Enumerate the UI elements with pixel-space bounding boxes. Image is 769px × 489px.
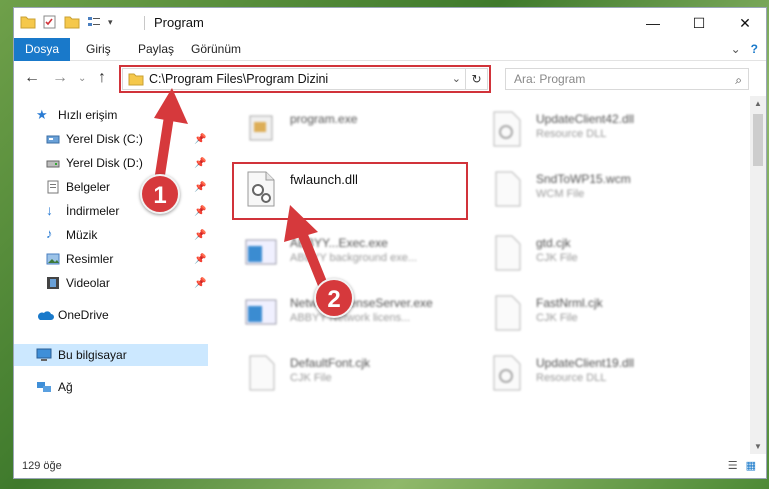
customize-toolbar-icon[interactable]: ▾	[108, 17, 113, 28]
file-item[interactable]: UpdateClient19.dll Resource DLL	[490, 352, 720, 402]
search-placeholder: Ara: Program	[514, 72, 586, 86]
file-item[interactable]: FastNrml.cjk CJK File	[490, 292, 720, 342]
expand-ribbon-icon[interactable]: ⌄	[731, 42, 741, 56]
vertical-scrollbar[interactable]: ▲ ▼	[750, 96, 766, 454]
file-item[interactable]: NetworkLicenseServer.exe ABBYY Network l…	[244, 292, 474, 342]
properties-icon[interactable]	[42, 14, 58, 30]
minimize-button[interactable]: —	[630, 8, 676, 38]
documents-icon	[47, 180, 59, 194]
scroll-thumb[interactable]	[753, 114, 763, 166]
large-icons-view-icon[interactable]: ▦	[746, 459, 756, 472]
title-separator	[144, 16, 145, 30]
tab-dosya[interactable]: Dosya	[14, 38, 70, 61]
file-highlight-box	[232, 162, 468, 220]
dll-gear-file-icon	[493, 355, 521, 391]
sidebar-item-quick-access[interactable]: ★ Hızlı erişim	[14, 104, 208, 126]
maximize-icon: ☐	[692, 14, 706, 31]
exe-file-icon	[249, 115, 273, 141]
generic-file-icon	[495, 171, 521, 207]
sidebar-item-disk-d[interactable]: Yerel Disk (D:) 📌	[14, 152, 208, 174]
cloud-icon	[37, 311, 54, 320]
close-button[interactable]: ✕	[722, 8, 768, 38]
file-item[interactable]: DefaultFont.cjk CJK File	[244, 352, 474, 402]
title-bar: ▾ Program — ☐ ✕	[14, 8, 766, 38]
navigation-bar: ← → ⌄ ↑ C:\Program Files\Program Dizini …	[14, 62, 766, 94]
tab-gorunum[interactable]: Görünüm	[179, 38, 253, 61]
tab-paylas[interactable]: Paylaş	[126, 38, 186, 61]
generic-file-icon	[495, 235, 521, 271]
network-icon	[37, 382, 51, 392]
sidebar-item-onedrive[interactable]: OneDrive	[14, 304, 208, 326]
download-arrow-icon: ↓	[46, 202, 53, 218]
ribbon-controls: ⌄ ?	[731, 42, 758, 56]
sidebar-item-videos[interactable]: Videolar 📌	[14, 272, 208, 294]
pin-icon[interactable]: 📌	[194, 254, 206, 265]
pin-icon[interactable]: 📌	[194, 182, 206, 193]
dll-gear-file-icon	[493, 111, 521, 147]
exe-window-icon	[245, 239, 277, 265]
generic-file-icon	[249, 355, 275, 391]
pin-icon[interactable]: 📌	[194, 134, 206, 145]
pin-icon[interactable]: 📌	[194, 278, 206, 289]
maximize-button[interactable]: ☐	[676, 8, 722, 38]
tab-giris[interactable]: Giriş	[74, 38, 123, 61]
sidebar-item-disk-c[interactable]: Yerel Disk (C:) 📌	[14, 128, 208, 150]
navigation-pane: ★ Hızlı erişim Yerel Disk (C:) 📌 Yerel D…	[14, 96, 208, 454]
drive-icon	[46, 135, 60, 144]
pin-icon[interactable]: 📌	[194, 158, 206, 169]
details-view-icon[interactable]: ☰	[728, 459, 738, 472]
pictures-icon	[46, 253, 60, 265]
file-item[interactable]: UpdateClient42.dll Resource DLL	[490, 108, 720, 158]
generic-file-icon	[495, 295, 521, 331]
status-bar: 129 öğe ☰ ▦	[14, 454, 766, 478]
new-folder-icon[interactable]	[64, 14, 80, 30]
file-item[interactable]: program.exe	[244, 108, 474, 158]
file-item[interactable]: gtd.cjk CJK File	[490, 232, 720, 282]
close-icon: ✕	[739, 14, 751, 31]
computer-icon	[36, 348, 52, 361]
exe-window-icon	[245, 299, 277, 325]
search-input[interactable]: Ara: Program ⌕	[505, 68, 749, 90]
file-list: program.exe fwlaunch.dll ABBYY...Exec.ex…	[214, 96, 750, 454]
pin-icon[interactable]: 📌	[194, 230, 206, 241]
help-icon[interactable]: ?	[751, 42, 758, 56]
scroll-up-icon[interactable]: ▲	[754, 99, 762, 108]
quick-access-toolbar: ▾	[20, 14, 113, 30]
forward-icon[interactable]: →	[52, 69, 68, 87]
explorer-window: ▾ Program — ☐ ✕ Dosya Giriş Paylaş Görün…	[13, 7, 767, 479]
star-icon: ★	[36, 107, 48, 122]
sidebar-item-network[interactable]: Ağ	[14, 376, 208, 398]
view-options-icon[interactable]	[86, 14, 102, 30]
address-highlight-box	[119, 65, 491, 93]
view-switcher: ☰ ▦	[728, 459, 756, 472]
ribbon: Dosya Giriş Paylaş Görünüm ⌄ ?	[14, 38, 766, 61]
up-icon[interactable]: ↑	[98, 69, 106, 87]
music-note-icon: ♪	[46, 226, 53, 241]
drive-icon	[46, 160, 60, 168]
film-icon	[47, 277, 59, 289]
step-badge-1: 1	[140, 174, 180, 214]
sidebar-item-downloads[interactable]: ↓ İndirmeler 📌	[14, 200, 208, 222]
search-icon: ⌕	[735, 73, 742, 87]
scroll-down-icon[interactable]: ▼	[754, 442, 762, 451]
file-item[interactable]: ABBYY...Exec.exe ABBYY background exe...	[244, 232, 474, 282]
item-count: 129 öğe	[22, 460, 62, 472]
sidebar-item-music[interactable]: ♪ Müzik 📌	[14, 224, 208, 246]
step-badge-2: 2	[314, 278, 354, 318]
sidebar-item-this-pc[interactable]: Bu bilgisayar	[14, 344, 208, 366]
back-icon[interactable]: ←	[24, 69, 40, 87]
sidebar-item-pictures[interactable]: Resimler 📌	[14, 248, 208, 270]
file-item[interactable]: SndToWP15.wcm WCM File	[490, 168, 720, 218]
window-title: Program	[154, 15, 204, 30]
folder-icon[interactable]	[20, 14, 36, 30]
recent-locations-icon[interactable]: ⌄	[78, 73, 86, 84]
pin-icon[interactable]: 📌	[194, 206, 206, 217]
minimize-icon: —	[646, 15, 660, 31]
